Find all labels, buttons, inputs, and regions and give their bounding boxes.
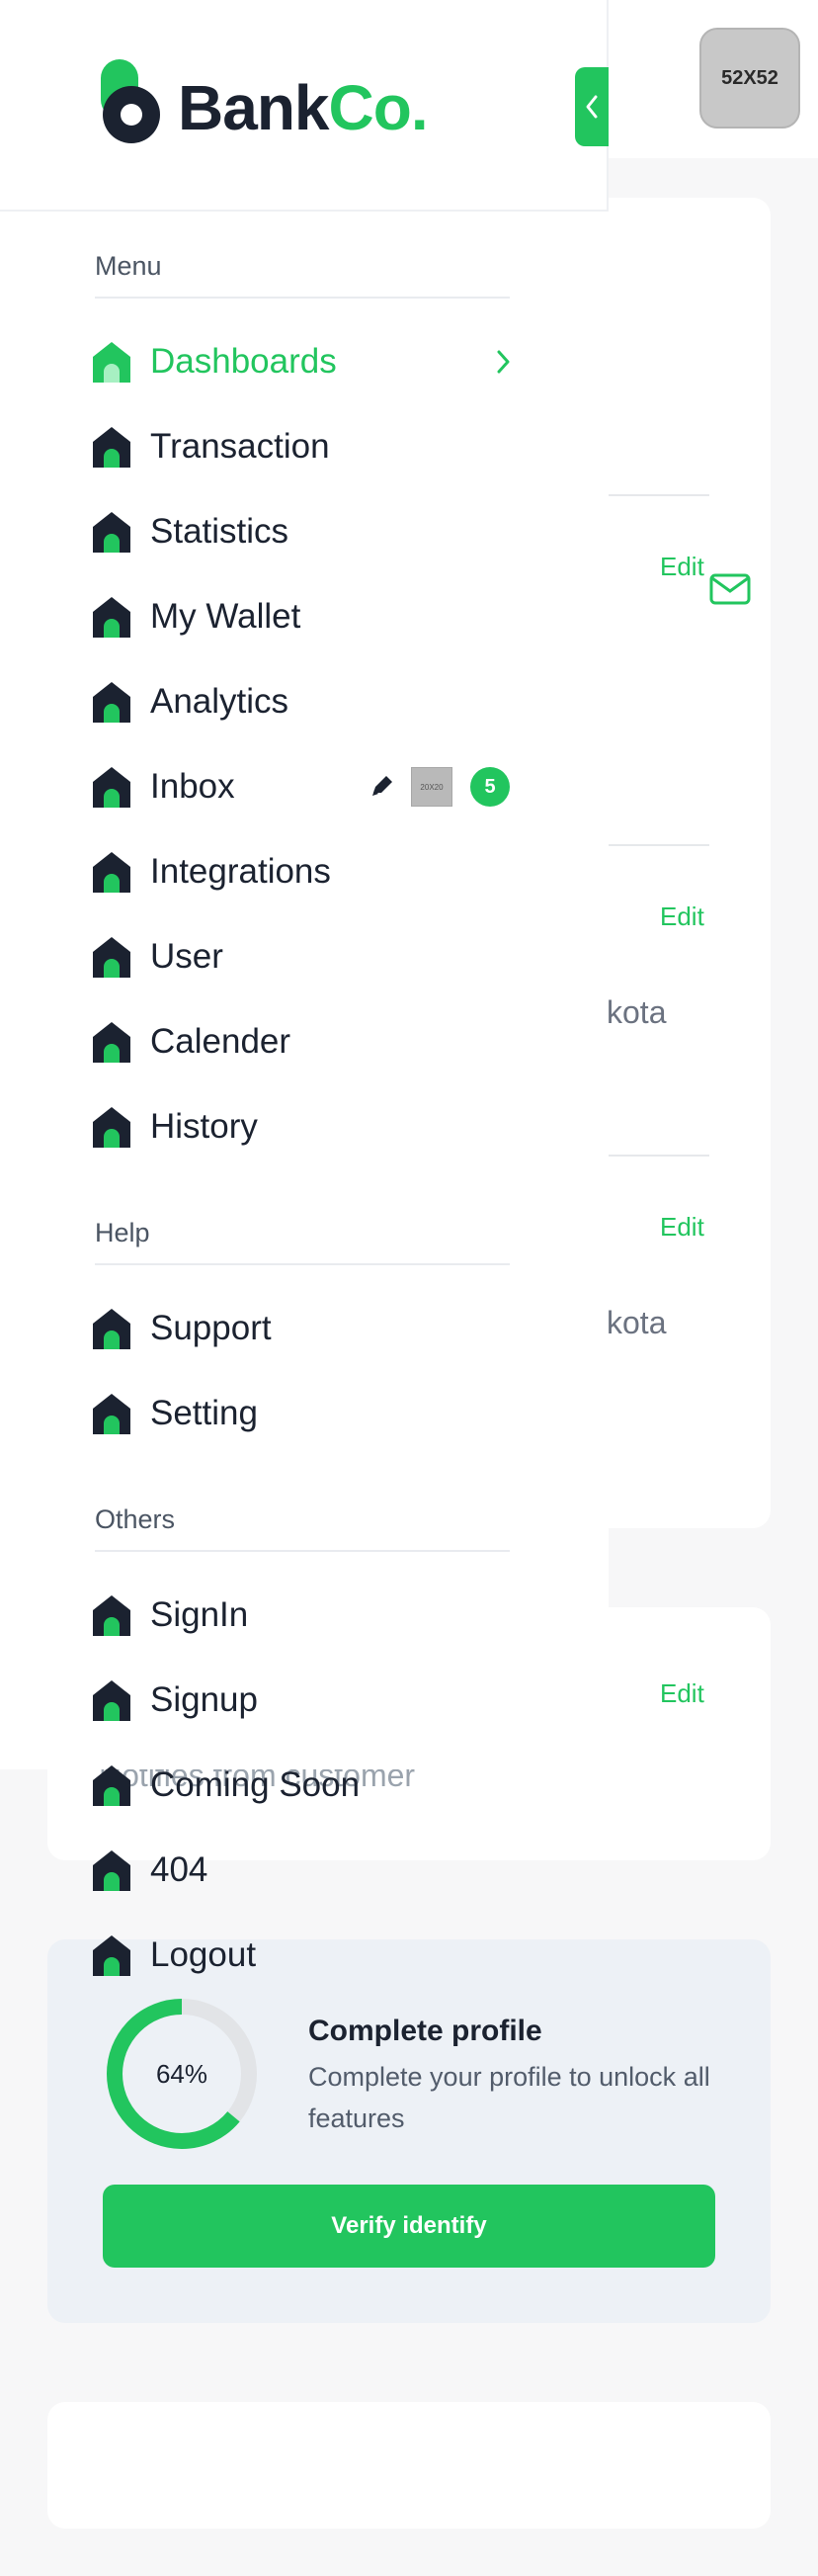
sidebar-item-logout[interactable]: Logout	[93, 1928, 512, 1983]
home-icon	[93, 937, 130, 978]
home-icon	[93, 852, 130, 893]
home-icon	[93, 342, 130, 383]
collapse-sidebar-button[interactable]	[575, 67, 609, 146]
sidebar-item-label: Transaction	[150, 427, 330, 466]
edit-link[interactable]: Edit	[660, 1678, 704, 1709]
home-icon	[93, 767, 130, 808]
home-icon	[93, 427, 130, 468]
profile-subtitle: Complete your profile to unlock all feat…	[308, 2062, 710, 2133]
section-divider	[95, 297, 510, 299]
home-icon	[93, 1765, 130, 1806]
section-divider	[593, 844, 709, 846]
sidebar-header: BankCo.	[0, 0, 609, 212]
section-title-help: Help	[95, 1218, 150, 1247]
sidebar-item-label: Support	[150, 1309, 272, 1347]
sidebar-item-label: My Wallet	[150, 597, 301, 636]
mail-icon[interactable]	[709, 573, 751, 605]
home-icon	[93, 597, 130, 638]
section-title-others: Others	[95, 1504, 176, 1534]
sidebar-item-signin[interactable]: SignIn	[93, 1588, 512, 1643]
home-icon	[93, 1107, 130, 1148]
edit-link[interactable]: Edit	[660, 1212, 704, 1243]
home-icon	[93, 1595, 130, 1636]
sidebar-item-label: Dashboards	[150, 342, 337, 381]
home-icon	[93, 1394, 130, 1434]
sidebar-item-signup[interactable]: Signup	[93, 1673, 512, 1728]
sidebar-item-label: Analytics	[150, 682, 289, 721]
edit-link[interactable]: Edit	[660, 552, 704, 582]
sidebar-item-label: Logout	[150, 1935, 257, 1974]
home-icon	[93, 1935, 130, 1976]
sidebar-item-404[interactable]: 404	[93, 1843, 512, 1898]
section-divider	[95, 1550, 510, 1552]
sidebar-item-setting[interactable]: Setting	[93, 1386, 512, 1441]
sidebar-item-label: Statistics	[150, 512, 289, 551]
sidebar-item-support[interactable]: Support	[93, 1301, 512, 1356]
chevron-left-icon	[586, 95, 598, 119]
bottom-card	[47, 2402, 771, 2529]
section-title-menu: Menu	[95, 251, 162, 281]
sidebar-item-history[interactable]: History	[93, 1099, 512, 1155]
section-divider	[593, 1155, 709, 1157]
sidebar-item-analytics[interactable]: Analytics	[93, 674, 512, 730]
sidebar-item-statistics[interactable]: Statistics	[93, 504, 512, 559]
profile-title: Complete profile	[308, 2015, 542, 2047]
sidebar-item-integrations[interactable]: Integrations	[93, 844, 512, 900]
sidebar-item-label: SignIn	[150, 1595, 249, 1634]
sidebar-item-user[interactable]: User	[93, 929, 512, 985]
home-icon	[93, 512, 130, 553]
home-icon	[93, 1022, 130, 1063]
progress-percent: 64%	[155, 2058, 208, 2089]
sidebar-item-label: 404	[150, 1850, 208, 1889]
brand-name-part2: Co.	[328, 72, 429, 143]
sidebar-item-label: Inbox	[150, 767, 235, 806]
brand-name-part1: Bank	[178, 72, 329, 143]
inbox-count-badge: 5	[470, 767, 510, 807]
sidebar-item-label: Coming Soon	[150, 1765, 361, 1804]
home-icon	[93, 682, 130, 723]
section-divider	[593, 494, 709, 496]
brand-name[interactable]: BankCo.	[178, 71, 429, 144]
home-icon	[93, 1680, 130, 1721]
sidebar-item-label: Calender	[150, 1022, 291, 1061]
sidebar-item-label: User	[150, 937, 223, 976]
user-avatar[interactable]: 52X52	[699, 28, 800, 129]
sidebar-item-inbox[interactable]: Inbox 20X20 5	[93, 759, 512, 815]
sidebar-item-dashboards[interactable]: Dashboards	[93, 334, 512, 389]
sidebar-item-coming-soon[interactable]: Coming Soon	[93, 1758, 512, 1813]
sidebar-item-label: History	[150, 1107, 258, 1146]
section-divider	[95, 1263, 510, 1265]
inbox-thumbnail: 20X20	[411, 767, 452, 807]
home-icon	[93, 1850, 130, 1891]
partial-field-value: kota	[607, 1305, 667, 1340]
sidebar-item-calender[interactable]: Calender	[93, 1014, 512, 1070]
chevron-right-icon	[497, 350, 510, 374]
sidebar-item-label: Signup	[150, 1680, 258, 1719]
partial-field-value: kota	[607, 994, 667, 1030]
sidebar: BankCo. Menu Dashboards Transaction Stat…	[0, 0, 609, 1976]
verify-identify-button[interactable]: Verify identify	[103, 2185, 715, 2268]
complete-profile-card: 64% Complete profile Complete your profi…	[47, 1939, 771, 2323]
sidebar-item-label: Setting	[150, 1394, 258, 1432]
sidebar-item-my-wallet[interactable]: My Wallet	[93, 589, 512, 644]
home-icon	[93, 1309, 130, 1349]
edit-link[interactable]: Edit	[660, 902, 704, 932]
sidebar-item-transaction[interactable]: Transaction	[93, 419, 512, 474]
pencil-icon[interactable]	[369, 773, 395, 799]
sidebar-item-label: Integrations	[150, 852, 331, 891]
bankco-logo-icon[interactable]	[99, 59, 168, 150]
